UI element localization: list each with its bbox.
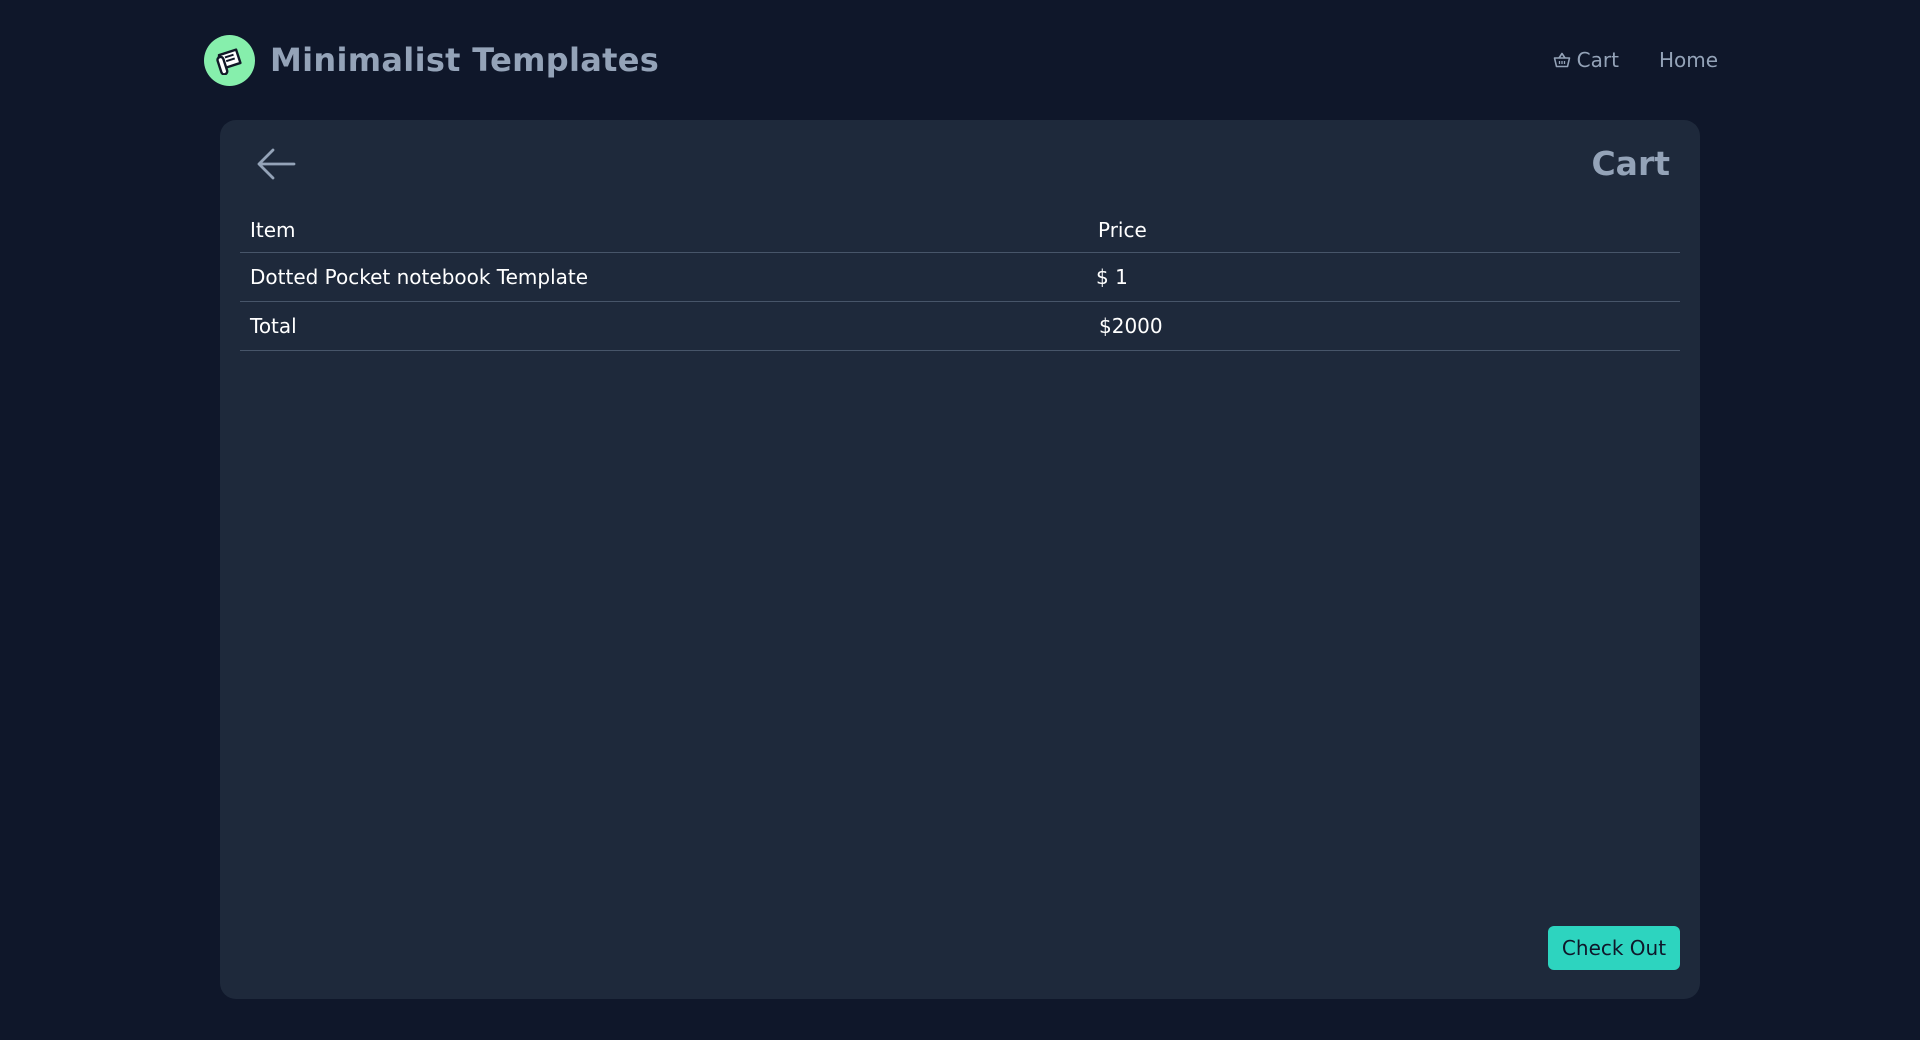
cart-table: Item Price Dotted Pocket notebook Templa…	[240, 208, 1680, 351]
table-row: Dotted Pocket notebook Template $ 1	[240, 252, 1680, 302]
table-header-row: Item Price	[240, 208, 1680, 253]
total-row: Total $2000	[240, 301, 1680, 351]
cart-card: Cart Item Price Dotted Pocket notebook T…	[220, 120, 1700, 999]
total-label: Total	[240, 301, 1088, 351]
page-title: Cart	[1591, 144, 1670, 183]
back-button[interactable]	[254, 146, 298, 186]
brand-link[interactable]: Minimalist Templates	[204, 34, 660, 86]
scroll-icon	[204, 34, 255, 86]
nav-cart-label: Cart	[1576, 48, 1619, 72]
total-value: $2000	[1088, 301, 1680, 351]
nav-home-link[interactable]: Home	[1659, 48, 1718, 72]
checkout-button[interactable]: Check Out	[1548, 926, 1680, 970]
top-nav: Cart Home	[1553, 48, 1718, 72]
item-name: Dotted Pocket notebook Template	[240, 252, 1088, 302]
nav-cart-link[interactable]: Cart	[1553, 48, 1619, 72]
column-header-item: Item	[240, 208, 1088, 253]
site-header: Minimalist Templates Cart Home	[204, 34, 1720, 86]
nav-home-label: Home	[1658, 48, 1718, 72]
basket-icon	[1553, 52, 1571, 68]
brand-name: Minimalist Templates	[270, 41, 660, 79]
arrow-left-icon	[256, 148, 296, 184]
column-header-price: Price	[1088, 208, 1680, 253]
item-price: $ 1	[1088, 252, 1680, 302]
